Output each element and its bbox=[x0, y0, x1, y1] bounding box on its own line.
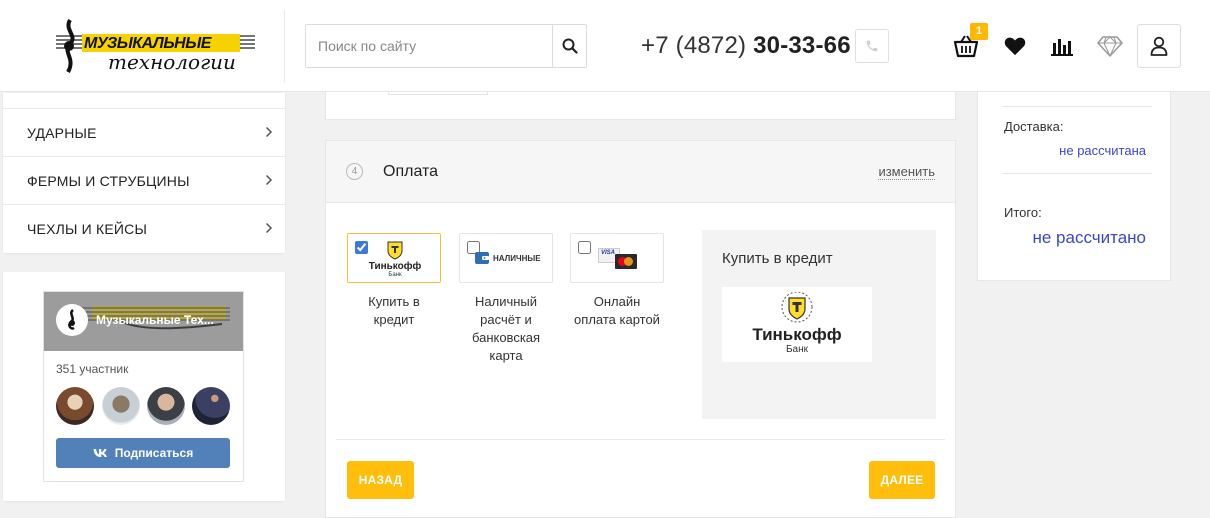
label-line: оплата картой bbox=[574, 312, 660, 327]
label-line: расчёт и bbox=[480, 312, 532, 327]
next-button[interactable]: ДАЛЕЕ bbox=[869, 461, 935, 499]
vk-cover-image[interactable]: Музыкальные Тех... bbox=[44, 292, 243, 351]
sidebar-item-label: Ударные bbox=[27, 124, 97, 141]
site-header: МУЗЫКАЛЬНЫЕ технологии +7 (4872) 30-33-6… bbox=[0, 0, 1210, 92]
step-number-badge: 4 bbox=[346, 163, 363, 180]
treble-clef-icon bbox=[68, 309, 75, 330]
tinkoff-emblem-icon bbox=[387, 241, 403, 260]
phone-main: 30-33-66 bbox=[753, 32, 851, 59]
vk-widget: Музыкальные Тех... 351 участник Подписат… bbox=[43, 291, 244, 482]
credit-info-panel: Купить в кредит Тинькофф Банк bbox=[702, 230, 936, 419]
sidebar-item-drums[interactable]: Ударные bbox=[3, 108, 285, 156]
search-input[interactable] bbox=[306, 25, 552, 67]
credit-checkbox[interactable] bbox=[355, 241, 368, 254]
search-box bbox=[305, 24, 587, 68]
payment-divider bbox=[336, 439, 945, 440]
account-button[interactable] bbox=[1137, 24, 1181, 68]
order-summary: Доставка: не рассчитана Итого: не рассчи… bbox=[977, 92, 1171, 281]
sidebar-item-cases[interactable]: Чехлы и кейсы bbox=[3, 204, 285, 252]
avatar[interactable] bbox=[192, 387, 230, 425]
catalog-sidebar: Ударные Фермы и струбцины Чехлы и кейсы bbox=[3, 93, 285, 253]
total-label: Итого: bbox=[1004, 205, 1042, 220]
tinkoff-bank-logo: Тинькофф Банк bbox=[722, 287, 872, 362]
cash-logo-text: НАЛИЧНЫЕ bbox=[493, 254, 541, 263]
callback-button[interactable] bbox=[855, 29, 889, 63]
delivery-value: не рассчитана bbox=[1059, 143, 1146, 158]
label-line: Наличный bbox=[474, 294, 538, 309]
edit-payment-link[interactable]: изменить bbox=[878, 165, 935, 180]
user-icon bbox=[1150, 36, 1168, 56]
summary-divider bbox=[1002, 106, 1152, 107]
back-button[interactable]: НАЗАД bbox=[347, 461, 414, 499]
tinkoff-logo-sub: Банк bbox=[785, 344, 809, 355]
tinkoff-logo-text: Тинькофф bbox=[368, 261, 422, 272]
summary-divider bbox=[1002, 173, 1152, 174]
sidebar-item-trusses[interactable]: Фермы и струбцины bbox=[3, 156, 285, 204]
payment-option-card-label[interactable]: Онлайн оплата картой bbox=[557, 293, 677, 329]
tinkoff-logo-sub: Банк bbox=[388, 272, 402, 278]
avatar[interactable] bbox=[56, 387, 94, 425]
label-line: кредит bbox=[373, 312, 415, 327]
delivery-label: Доставка: bbox=[1004, 119, 1064, 134]
label-line: Купить в bbox=[368, 294, 420, 309]
payment-option-cash[interactable]: НАЛИЧНЫЕ bbox=[459, 233, 553, 283]
wallet-icon bbox=[475, 252, 489, 264]
search-icon bbox=[562, 38, 578, 54]
card-checkbox[interactable] bbox=[578, 241, 591, 254]
payment-option-card[interactable]: VISA bbox=[570, 233, 664, 283]
phone-number[interactable]: +7 (4872) 30-33-66 bbox=[641, 32, 851, 60]
vk-subscribe-button[interactable]: Подписаться bbox=[56, 438, 230, 468]
heart-icon bbox=[1004, 37, 1026, 56]
diamond-icon bbox=[1097, 36, 1123, 57]
label-line: Онлайн bbox=[593, 294, 641, 309]
vk-community-card: Музыкальные Тех... 351 участник Подписат… bbox=[3, 272, 285, 501]
vk-group-title[interactable]: Музыкальные Тех... bbox=[96, 313, 226, 327]
label-line: карта bbox=[489, 348, 523, 363]
tinkoff-emblem-icon bbox=[781, 292, 813, 323]
payment-step-header: 4 Оплата изменить bbox=[326, 141, 955, 203]
previous-step-card bbox=[325, 92, 956, 120]
vk-members-count: 351 участник bbox=[56, 362, 129, 376]
payment-option-cash-label[interactable]: Наличный расчёт и банковская карта bbox=[446, 293, 566, 365]
tinkoff-logo-text: Тинькофф bbox=[752, 325, 842, 344]
favorites-button[interactable] bbox=[1002, 33, 1028, 59]
previous-step-field bbox=[388, 92, 488, 95]
search-button[interactable] bbox=[552, 25, 586, 67]
bonus-button[interactable] bbox=[1097, 33, 1123, 59]
sidebar-item-label: Чехлы и кейсы bbox=[27, 220, 148, 237]
vk-icon bbox=[93, 449, 107, 457]
visa-text: VISA bbox=[601, 250, 616, 256]
logo-line2: технологии bbox=[108, 50, 236, 74]
chevron-right-icon bbox=[265, 126, 273, 138]
phone-prefix: +7 (4872) bbox=[641, 32, 747, 59]
payment-step-title: Оплата bbox=[383, 163, 439, 180]
chevron-right-icon bbox=[265, 174, 273, 186]
phone-icon bbox=[866, 40, 878, 52]
chevron-right-icon bbox=[265, 222, 273, 234]
avatar[interactable] bbox=[147, 387, 185, 425]
payment-option-credit[interactable]: Тинькофф Банк bbox=[347, 233, 441, 283]
mastercard-icon bbox=[615, 254, 637, 269]
credit-panel-title: Купить в кредит bbox=[722, 250, 833, 267]
payment-step-card: 4 Оплата изменить Тинькофф Банк Купить в… bbox=[325, 140, 956, 518]
label-line: банковская bbox=[471, 330, 541, 345]
payment-option-credit-label[interactable]: Купить в кредит bbox=[334, 293, 454, 329]
bar-chart-icon bbox=[1051, 39, 1073, 56]
compare-button[interactable] bbox=[1049, 33, 1075, 59]
total-value: не рассчитано bbox=[1032, 228, 1146, 247]
header-divider bbox=[284, 10, 285, 82]
sidebar-item-label: Фермы и струбцины bbox=[27, 172, 190, 189]
vk-subscribe-label: Подписаться bbox=[114, 446, 194, 460]
site-logo[interactable]: МУЗЫКАЛЬНЫЕ технологии bbox=[50, 16, 260, 76]
vk-group-avatar bbox=[56, 304, 88, 336]
avatar[interactable] bbox=[102, 387, 140, 425]
cart-count-badge: 1 bbox=[970, 23, 988, 40]
